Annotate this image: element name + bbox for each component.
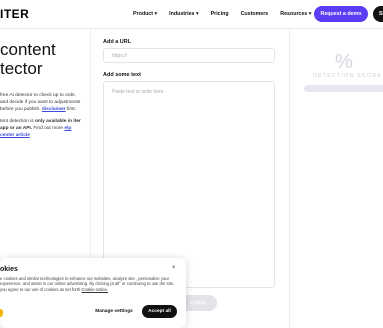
- nav-customers[interactable]: Customers: [241, 11, 269, 17]
- intro-paragraph-2: tent detection is only available in iter…: [0, 119, 81, 138]
- nav-resources[interactable]: Resources ▾: [280, 11, 311, 17]
- signin-button[interactable]: Si: [373, 6, 383, 22]
- intro-panel: content tector free AI detector to check…: [0, 40, 85, 144]
- cookie-text: e cookies and similar technologies to en…: [0, 276, 175, 292]
- intro-description: free AI detector to check up to ords, an…: [0, 92, 85, 139]
- close-icon[interactable]: ×: [172, 265, 176, 271]
- nav-pricing[interactable]: Pricing: [211, 11, 229, 17]
- nav-product[interactable]: Product ▾: [133, 11, 157, 17]
- top-navigation: ITER Product ▾ Industries ▾ Pricing Cust…: [0, 0, 383, 28]
- cookie-notice-link[interactable]: Cookie notice.: [81, 287, 108, 292]
- score-bar: [304, 85, 383, 92]
- score-label: DETECTION SCORE: [313, 73, 383, 79]
- disclaimer-link[interactable]: disclaimer: [42, 107, 66, 112]
- nav-industries[interactable]: Industries ▾: [169, 11, 198, 17]
- nav-links: Product ▾ Industries ▾ Pricing Customers…: [133, 11, 311, 17]
- request-demo-button[interactable]: Request a demo: [314, 6, 368, 22]
- url-input[interactable]: https://: [103, 48, 275, 63]
- url-label: Add a URL: [103, 39, 132, 45]
- text-input[interactable]: Paste text or write here: [103, 81, 275, 288]
- cookie-banner: okies × e cookies and similar technologi…: [0, 258, 186, 328]
- manage-settings-button[interactable]: Manage settings: [91, 305, 137, 318]
- intro-paragraph-1: free AI detector to check up to ords, an…: [0, 93, 81, 112]
- text-label: Add some text: [103, 72, 141, 78]
- cookie-badge-icon: [0, 309, 3, 317]
- cookie-title: okies: [0, 266, 18, 273]
- score-percent: %: [335, 51, 353, 73]
- page-title: content tector: [0, 40, 56, 78]
- logo[interactable]: ITER: [0, 7, 29, 21]
- accept-all-button[interactable]: Accept all: [142, 305, 177, 318]
- text-input-placeholder: Paste text or write here: [112, 89, 164, 95]
- detection-score-panel: % DETECTION SCORE: [290, 29, 383, 328]
